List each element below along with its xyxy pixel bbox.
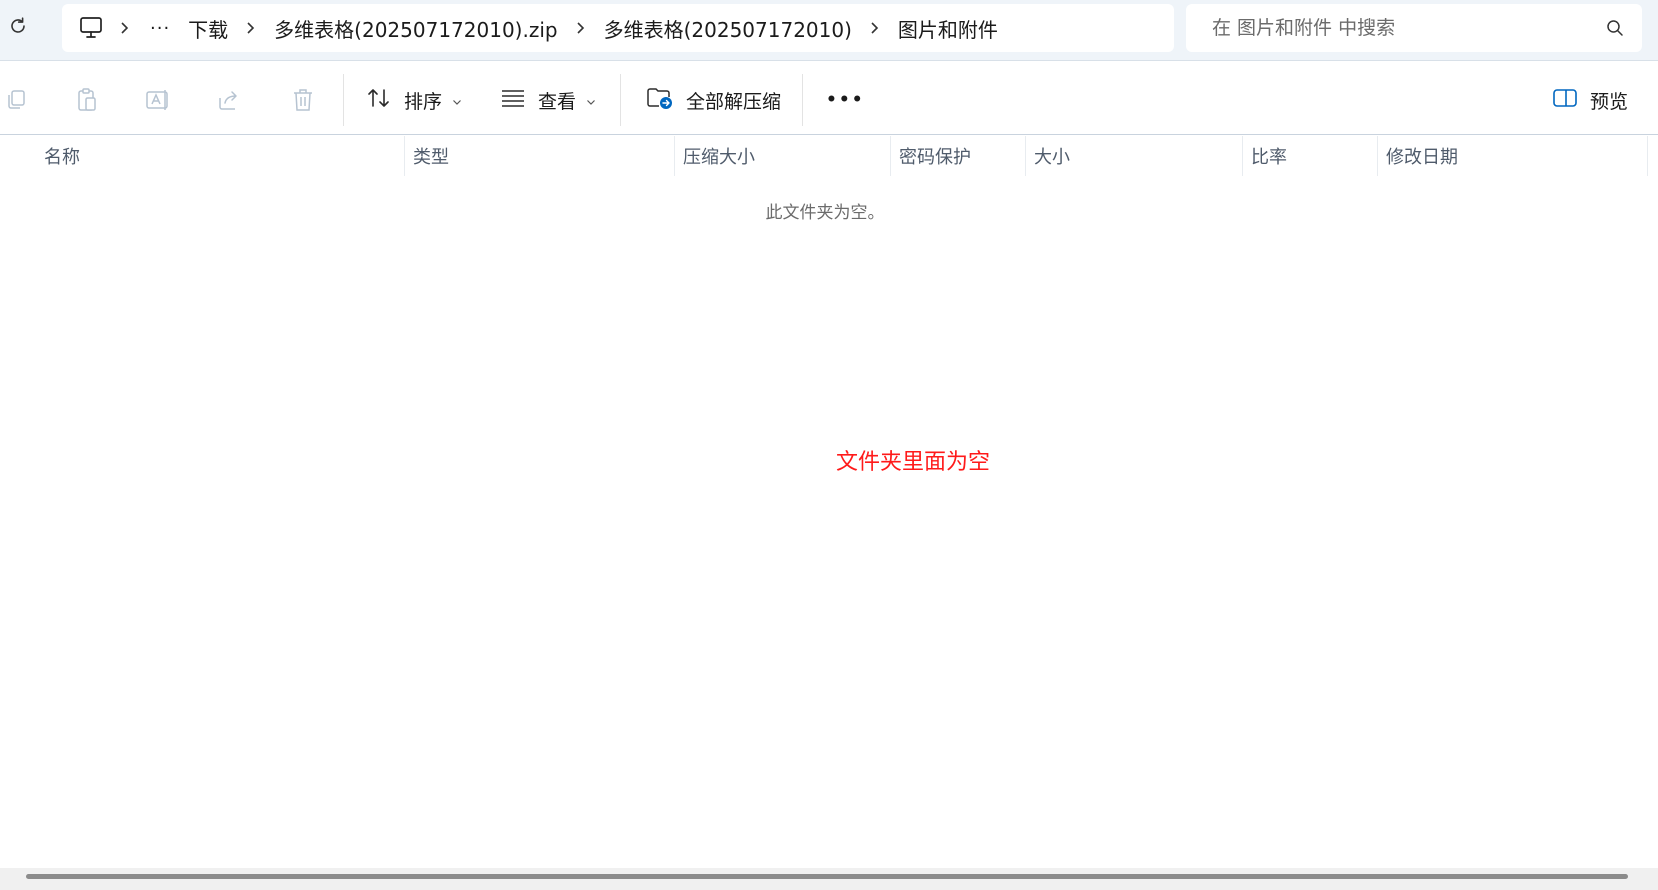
breadcrumb-item-current[interactable]: 图片和附件 (890, 14, 1006, 43)
column-header-date-modified[interactable]: 修改日期 (1378, 136, 1648, 176)
refresh-icon[interactable] (4, 12, 32, 40)
chevron-right-icon[interactable] (236, 21, 266, 35)
view-icon (500, 88, 526, 113)
extract-all-label: 全部解压缩 (686, 90, 782, 113)
extract-all-icon (646, 85, 674, 116)
sort-button[interactable]: 排序 (366, 80, 462, 120)
view-button[interactable]: 查看 (500, 80, 596, 120)
preview-pane-button[interactable]: 预览 (1552, 80, 1628, 120)
chevron-right-icon[interactable] (860, 21, 890, 35)
search-input[interactable] (1210, 16, 1594, 40)
extract-all-button[interactable]: 全部解压缩 (646, 80, 781, 120)
chevron-right-icon[interactable] (566, 21, 596, 35)
column-header-ratio[interactable]: 比率 (1243, 136, 1378, 176)
horizontal-scrollbar[interactable] (0, 868, 1658, 890)
toolbar-divider (620, 74, 621, 126)
preview-label: 预览 (1590, 90, 1629, 113)
more-options-button[interactable]: ••• (826, 80, 865, 120)
horizontal-scrollbar-thumb[interactable] (26, 874, 1628, 879)
empty-folder-text: 此文件夹为空。 (765, 203, 885, 223)
chevron-right-icon[interactable] (110, 21, 140, 35)
delete-icon[interactable] (287, 84, 319, 116)
this-pc-icon[interactable] (76, 16, 110, 40)
breadcrumb-item-zip[interactable]: 多维表格(202507172010).zip (266, 14, 565, 43)
column-header-compressed-size[interactable]: 压缩大小 (675, 136, 891, 176)
search-box[interactable] (1186, 4, 1642, 52)
column-header-size[interactable]: 大小 (1026, 136, 1243, 176)
address-bar-row: ··· 下载 多维表格(202507172010).zip 多维表格(20250… (0, 0, 1658, 61)
column-header-type[interactable]: 类型 (405, 136, 675, 176)
chevron-down-icon (452, 89, 462, 111)
toolbar-divider (343, 74, 344, 126)
command-bar: 排序 查看 全部解压缩 ••• 预览 (0, 64, 1658, 135)
copy-icon[interactable] (0, 84, 32, 116)
sort-icon (366, 86, 392, 115)
breadcrumb: ··· 下载 多维表格(202507172010).zip 多维表格(20250… (62, 4, 1174, 52)
share-icon[interactable] (213, 84, 245, 116)
column-header-name[interactable]: 名称 (0, 136, 405, 176)
rename-icon[interactable] (142, 84, 174, 116)
breadcrumb-overflow-button[interactable]: ··· (140, 18, 180, 39)
sort-label: 排序 (404, 90, 443, 113)
chevron-down-icon (586, 89, 596, 111)
paste-icon[interactable] (71, 84, 103, 116)
breadcrumb-item-downloads[interactable]: 下载 (180, 14, 236, 43)
column-header-row: 名称 类型 压缩大小 密码保护 大小 比率 修改日期 (0, 136, 1658, 176)
view-label: 查看 (538, 90, 577, 113)
breadcrumb-item-folder[interactable]: 多维表格(202507172010) (596, 14, 860, 43)
preview-pane-icon (1552, 87, 1578, 114)
search-icon[interactable] (1606, 19, 1624, 41)
toolbar-divider (802, 74, 803, 126)
red-annotation-text: 文件夹里面为空 (836, 450, 991, 475)
empty-folder-message: 此文件夹为空。 (0, 198, 1658, 223)
column-header-password-protected[interactable]: 密码保护 (891, 136, 1026, 176)
